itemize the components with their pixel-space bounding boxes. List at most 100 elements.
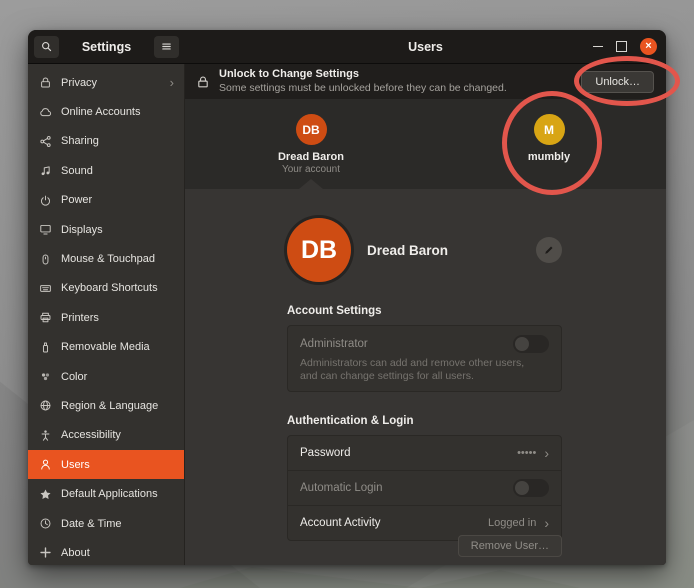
minimize-button[interactable] [593, 46, 603, 48]
user-full-name: Dread Baron [367, 243, 520, 258]
sidebar-item-label: Users [61, 459, 174, 471]
sidebar-item-label: Displays [61, 224, 174, 236]
chevron-right-icon: › [170, 75, 174, 90]
sidebar-item-label: Mouse & Touchpad [61, 253, 174, 265]
globe-icon [38, 399, 52, 413]
lock-icon [38, 76, 52, 90]
pencil-icon [543, 244, 555, 256]
carousel-user-current[interactable]: DB Dread Baron Your account [256, 114, 366, 175]
window-controls: × [593, 30, 657, 63]
account-settings-heading: Account Settings [287, 305, 562, 317]
administrator-toggle[interactable] [513, 335, 549, 353]
sidebar-item-date-time[interactable]: Date & Time [28, 509, 184, 538]
sidebar-item-mouse-touchpad[interactable]: Mouse & Touchpad [28, 244, 184, 273]
settings-window: Settings Users × Privacy › Online Accounts… [28, 30, 666, 565]
hamburger-menu-icon [160, 40, 173, 53]
share-icon [38, 134, 52, 148]
avatar: M [534, 114, 565, 145]
avatar: DB [287, 218, 351, 282]
sidebar-item-label: Accessibility [61, 429, 174, 441]
sidebar-item-label: Removable Media [61, 341, 174, 353]
selected-user-pointer [299, 179, 323, 189]
remove-user-button[interactable]: Remove User… [458, 535, 562, 557]
titlebar: Settings Users × [28, 30, 666, 64]
users-panel: Unlock to Change Settings Some settings … [185, 64, 666, 565]
password-row[interactable]: Password ••••• › [288, 436, 561, 470]
administrator-description: Administrators can add and remove other … [300, 357, 535, 383]
account-activity-value: Logged in [488, 517, 536, 529]
power-icon [38, 193, 52, 207]
sidebar-item-label: Default Applications [61, 488, 174, 500]
avatar: DB [296, 114, 327, 145]
password-value: ••••• [517, 447, 536, 459]
sidebar-item-sound[interactable]: Sound [28, 156, 184, 185]
carousel-user-mumbly[interactable]: M mumbly [494, 114, 604, 163]
administrator-label: Administrator [300, 338, 513, 350]
automatic-login-row: Automatic Login [288, 470, 561, 505]
sidebar: Privacy › Online Accounts Sharing Sound Power… [28, 64, 185, 565]
sidebar-item-label: Privacy [61, 77, 161, 89]
sidebar-item-online-accounts[interactable]: Online Accounts [28, 97, 184, 126]
edit-name-button[interactable] [536, 237, 562, 263]
user-name: mumbly [494, 151, 604, 163]
user-subtitle: Your account [256, 164, 366, 175]
mouse-icon [38, 252, 52, 266]
unlock-banner: Unlock to Change Settings Some settings … [185, 64, 666, 99]
maximize-button[interactable] [616, 41, 627, 52]
clock-icon [38, 517, 52, 531]
menu-button[interactable] [154, 36, 179, 58]
sidebar-item-power[interactable]: Power [28, 186, 184, 215]
auth-heading: Authentication & Login [287, 415, 562, 427]
password-label: Password [300, 447, 517, 459]
sidebar-item-label: Color [61, 371, 174, 383]
sidebar-item-keyboard-shortcuts[interactable]: Keyboard Shortcuts [28, 274, 184, 303]
identity-row: DB Dread Baron [287, 189, 562, 282]
sidebar-item-label: Sharing [61, 135, 174, 147]
auth-group: Password ••••• › Automatic Login Account… [287, 435, 562, 541]
content-header: Users × [185, 30, 666, 63]
automatic-login-label: Automatic Login [300, 482, 513, 494]
user-name: Dread Baron [256, 151, 366, 163]
sidebar-item-label: Date & Time [61, 518, 174, 530]
sidebar-item-about[interactable]: About [28, 538, 184, 567]
sound-icon [38, 164, 52, 178]
search-icon [40, 40, 53, 53]
chevron-right-icon: › [544, 445, 549, 461]
star-icon [38, 487, 52, 501]
sidebar-item-label: Region & Language [61, 400, 174, 412]
accessibility-icon [38, 428, 52, 442]
sidebar-item-region-language[interactable]: Region & Language [28, 391, 184, 420]
unlock-subtitle: Some settings must be unlocked before th… [219, 82, 572, 95]
sidebar-item-privacy[interactable]: Privacy › [28, 68, 184, 97]
administrator-row: Administrator Administrators can add and… [288, 326, 561, 391]
padlock-icon [196, 75, 210, 89]
unlock-title: Unlock to Change Settings [219, 68, 572, 82]
about-icon [38, 546, 52, 560]
cloud-icon [38, 105, 52, 119]
keyboard-icon [38, 281, 52, 295]
sidebar-item-displays[interactable]: Displays [28, 215, 184, 244]
sidebar-item-sharing[interactable]: Sharing [28, 127, 184, 156]
app-title: Settings [59, 40, 154, 54]
unlock-button[interactable]: Unlock… [581, 71, 654, 93]
sidebar-item-users[interactable]: Users [28, 450, 184, 479]
search-button[interactable] [34, 36, 59, 58]
sidebar-item-label: Keyboard Shortcuts [61, 282, 174, 294]
sidebar-item-removable-media[interactable]: Removable Media [28, 333, 184, 362]
sidebar-item-color[interactable]: Color [28, 362, 184, 391]
sidebar-header: Settings [28, 30, 185, 63]
user-detail-panel: DB Dread Baron Account Settings Admini [185, 189, 666, 565]
close-button[interactable]: × [640, 38, 657, 55]
sidebar-item-printers[interactable]: Printers [28, 303, 184, 332]
sidebar-item-label: About [61, 547, 174, 559]
printer-icon [38, 311, 52, 325]
users-icon [38, 458, 52, 472]
sidebar-item-label: Online Accounts [61, 106, 174, 118]
sidebar-item-default-applications[interactable]: Default Applications [28, 479, 184, 508]
sidebar-item-accessibility[interactable]: Accessibility [28, 421, 184, 450]
color-icon [38, 370, 52, 384]
sidebar-item-label: Power [61, 194, 174, 206]
sidebar-item-label: Sound [61, 165, 174, 177]
sidebar-item-label: Printers [61, 312, 174, 324]
automatic-login-toggle[interactable] [513, 479, 549, 497]
